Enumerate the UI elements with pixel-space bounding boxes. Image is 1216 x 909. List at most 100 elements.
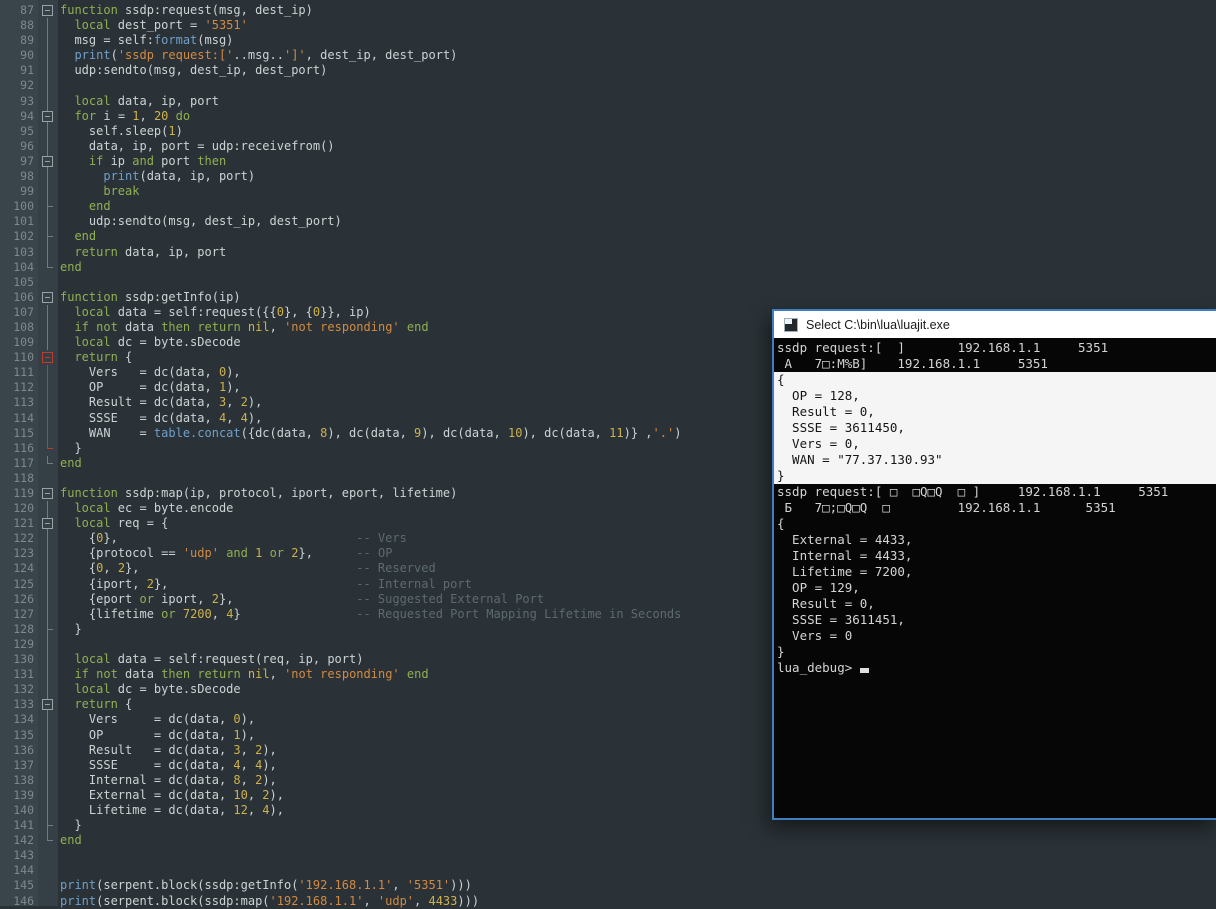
- code-line[interactable]: 96 data, ip, port = udp:receivefrom(): [0, 138, 1216, 155]
- code-line-text: for i = 1, 20 do: [74, 108, 191, 123]
- fold-marker: [34, 471, 58, 486]
- code-line-text: function ssdp:getInfo(ip): [60, 289, 241, 304]
- code-line[interactable]: 104 end: [0, 259, 1216, 275]
- fold-collapse-icon[interactable]: [42, 155, 53, 167]
- fold-marker: [34, 184, 58, 200]
- line-number: 126: [13, 591, 34, 606]
- code-line[interactable]: 99 break: [0, 184, 1216, 200]
- fold-marker: [34, 365, 58, 381]
- line-number: 110: [13, 350, 34, 365]
- code-line-text: }: [60, 621, 82, 636]
- code-line[interactable]: 87 function ssdp:request(msg, dest_ip): [0, 3, 1216, 18]
- console-titlebar[interactable]: Select C:\bin\lua\luajit.exe: [774, 311, 1216, 338]
- line-number: 96: [20, 138, 34, 153]
- console-row: WAN = "77.37.130.93": [774, 452, 1216, 468]
- code-line-text: Internal = dc(data, 8, 2),: [60, 772, 277, 787]
- fold-marker: [34, 93, 58, 109]
- console-row: Б 7□;□Q□Q □ 192.168.1.1 5351: [777, 500, 1116, 515]
- fold-collapse-icon[interactable]: [42, 291, 53, 303]
- line-number: 142: [13, 833, 34, 848]
- code-line[interactable]: 146 print(serpent.block(ssdp:map('192.168…: [0, 894, 1216, 909]
- code-line-text: print('ssdp request:['..msg..']', dest_i…: [74, 48, 458, 63]
- code-line[interactable]: 143: [0, 848, 1216, 863]
- line-number: 119: [13, 486, 34, 500]
- fold-collapse-icon[interactable]: [42, 488, 53, 499]
- fold-marker: [34, 606, 58, 622]
- fold-marker: [34, 501, 58, 517]
- console-row: Internal = 4433,: [777, 548, 913, 563]
- fold-marker[interactable]: [34, 350, 58, 365]
- code-line[interactable]: 101 udp:sendto(msg, dest_ip, dest_port): [0, 214, 1216, 230]
- code-line[interactable]: 93 local data, ip, port: [0, 93, 1216, 109]
- console-window[interactable]: Select C:\bin\lua\luajit.exe ssdp reques…: [772, 309, 1216, 820]
- code-line[interactable]: 95 self.sleep(1): [0, 123, 1216, 139]
- code-line-text: }: [60, 818, 82, 833]
- code-line-text: udp:sendto(msg, dest_ip, dest_port): [60, 63, 328, 78]
- code-line-text: return {: [74, 350, 133, 365]
- console-output[interactable]: ssdp request:[ ] 192.168.1.1 5351 A 7□:M…: [774, 338, 1216, 818]
- code-line-text: {lifetime or 7200, 4} -- Requested Port …: [60, 606, 682, 621]
- code-line-text: {0}, -- Vers: [60, 531, 407, 546]
- fold-marker: [34, 199, 58, 215]
- code-line-text: local ec = byte.encode: [74, 501, 234, 516]
- code-line-text: break: [103, 184, 140, 199]
- fold-collapse-icon-red[interactable]: [42, 352, 53, 364]
- fold-marker[interactable]: [34, 290, 58, 305]
- line-number: 116: [13, 440, 34, 455]
- line-number: 114: [13, 410, 34, 425]
- fold-collapse-icon[interactable]: [42, 5, 53, 16]
- fold-marker[interactable]: [34, 108, 58, 124]
- code-line[interactable]: 97 if ip and port then: [0, 153, 1216, 170]
- code-line[interactable]: 103 return data, ip, port: [0, 244, 1216, 260]
- code-line[interactable]: 90 print('ssdp request:['..msg..']', des…: [0, 48, 1216, 64]
- code-line-text: Vers = dc(data, 0),: [60, 712, 256, 727]
- fold-collapse-icon[interactable]: [42, 699, 53, 711]
- fold-marker: [34, 33, 58, 49]
- fold-collapse-icon[interactable]: [42, 110, 53, 122]
- code-line[interactable]: 105: [0, 275, 1216, 290]
- fold-minus-glyph: [45, 357, 50, 359]
- code-line-text: self.sleep(1): [60, 123, 183, 138]
- line-number: 92: [20, 78, 34, 93]
- fold-marker[interactable]: [34, 516, 58, 532]
- code-line[interactable]: 141 }: [0, 818, 1216, 834]
- fold-marker[interactable]: [34, 153, 58, 170]
- fold-marker: [34, 319, 58, 336]
- code-line-text: {iport, 2}, -- Internal port: [60, 576, 472, 591]
- line-number: 88: [20, 18, 34, 33]
- code-line[interactable]: 94 for i = 1, 20 do: [0, 108, 1216, 124]
- fold-marker: [34, 214, 58, 230]
- fold-marker: [34, 123, 58, 139]
- code-line[interactable]: 144: [0, 863, 1216, 878]
- fold-marker[interactable]: [34, 486, 58, 501]
- code-line[interactable]: 106 function ssdp:getInfo(ip): [0, 290, 1216, 305]
- fold-marker: [34, 380, 58, 396]
- code-line[interactable]: 89 msg = self:format(msg): [0, 33, 1216, 49]
- line-number: 98: [20, 169, 34, 184]
- console-icon[interactable]: [784, 317, 798, 332]
- code-line[interactable]: 91 udp:sendto(msg, dest_ip, dest_port): [0, 63, 1216, 79]
- console-row: Result = 0,: [774, 404, 1216, 420]
- fold-marker[interactable]: [34, 697, 58, 713]
- code-line-text: Result = dc(data, 3, 2),: [60, 395, 263, 410]
- console-row: ssdp request:[ □ □Q□Q □ ] 192.168.1.1 53…: [777, 484, 1169, 499]
- fold-marker: [34, 395, 58, 411]
- fold-collapse-icon[interactable]: [42, 518, 53, 530]
- code-line[interactable]: 92: [0, 78, 1216, 94]
- code-line-text: end: [74, 229, 97, 244]
- fold-marker[interactable]: [34, 3, 58, 18]
- fold-marker: [34, 531, 58, 547]
- console-row: External = 4433,: [777, 532, 913, 547]
- code-line-text: udp:sendto(msg, dest_ip, dest_port): [60, 214, 342, 229]
- code-line[interactable]: 145 print(serpent.block(ssdp:getInfo('192…: [0, 878, 1216, 893]
- code-line-text: Vers = dc(data, 0),: [60, 365, 241, 380]
- code-line[interactable]: 142 end: [0, 833, 1216, 848]
- code-line[interactable]: 100 end: [0, 199, 1216, 215]
- code-line[interactable]: 102 end: [0, 229, 1216, 245]
- code-line[interactable]: 98 print(data, ip, port): [0, 169, 1216, 185]
- code-line[interactable]: 88 local dest_port = '5351': [0, 18, 1216, 34]
- line-number: 136: [13, 742, 34, 757]
